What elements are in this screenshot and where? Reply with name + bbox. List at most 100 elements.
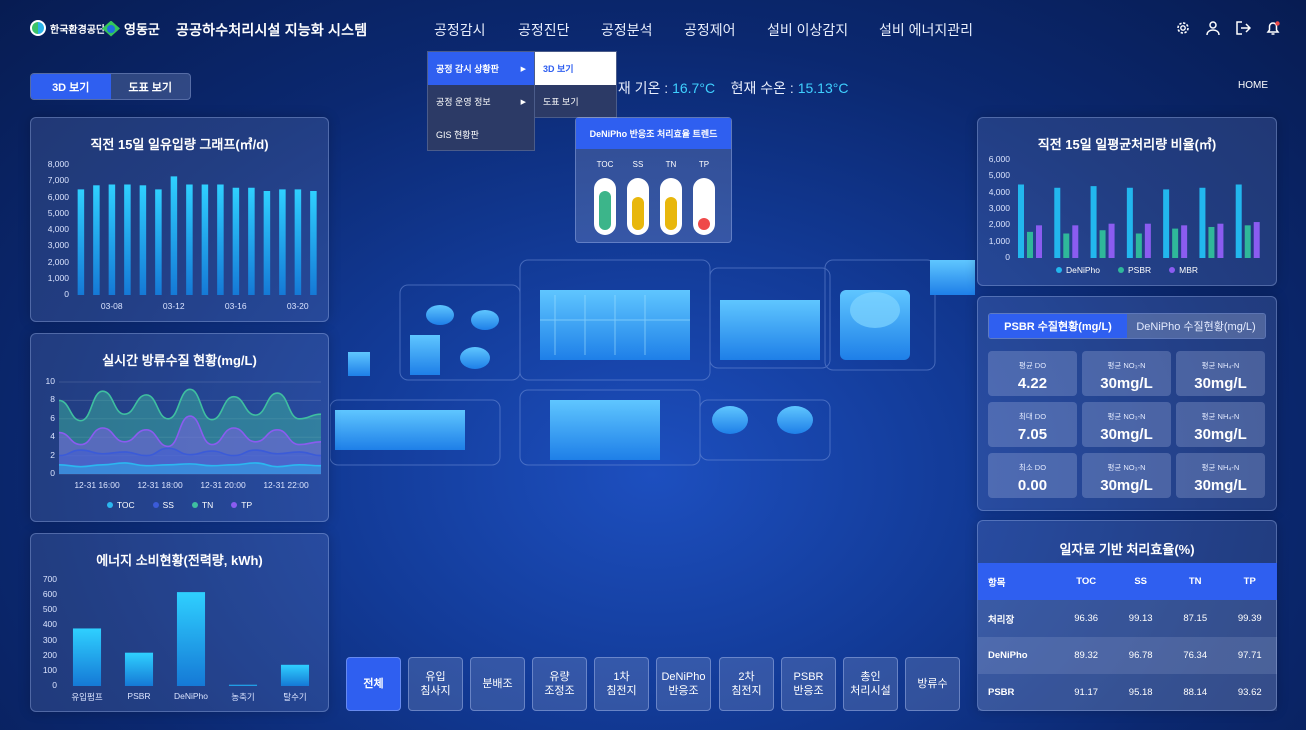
facility-button[interactable]: 2차 침전지	[719, 657, 774, 711]
home-link[interactable]: HOME	[1238, 80, 1268, 91]
bar-psbr	[1172, 228, 1179, 258]
quality-cell-label: 평균 NO₃-N	[1107, 412, 1146, 421]
facility-button[interactable]: 총인 처리시설	[843, 657, 898, 711]
menu-item-dashboard[interactable]: 공정 감시 상황판 ▶	[428, 52, 534, 85]
facility-button[interactable]: 방류수	[905, 657, 960, 711]
legend-item: SS	[152, 500, 174, 510]
bar	[124, 652, 154, 686]
cell-value: 99.39	[1237, 613, 1262, 624]
bar	[93, 185, 100, 295]
bar	[217, 184, 224, 295]
tube-label-tn: TN	[665, 160, 677, 169]
bar	[232, 187, 240, 295]
bar-mbr	[1253, 222, 1260, 258]
dashboard-submenu: 3D 보기 도표 보기	[534, 51, 617, 118]
x-tick-label: PSBR	[127, 691, 151, 701]
nav-process-monitoring[interactable]: 공정감시	[434, 20, 486, 40]
bar-denipho	[1018, 184, 1024, 258]
legend-label: TOC	[116, 500, 135, 510]
facility-button[interactable]: DeNiPho 반응조	[656, 657, 711, 711]
yeongdong-logo-icon	[102, 20, 120, 37]
cell-value: 93.62	[1237, 687, 1262, 698]
bar-psbr	[1135, 233, 1142, 258]
tube-fill	[698, 218, 710, 230]
legend-swatch	[1055, 267, 1062, 273]
submenu-chart-view[interactable]: 도표 보기	[535, 85, 616, 118]
view-3d-button[interactable]: 3D 보기	[31, 74, 111, 99]
cell-value: 89.32	[1074, 650, 1099, 661]
quality-cell-label: 평균 NH₄-N	[1201, 412, 1240, 421]
tube-label-ss: SS	[632, 160, 644, 169]
bar-mbr	[1181, 225, 1188, 258]
quality-cell-value: 30mg/L	[1100, 426, 1153, 443]
facility-button[interactable]: 유량 조정조	[532, 657, 587, 711]
facility-button[interactable]: 전체	[346, 657, 401, 711]
legend-swatch	[191, 502, 198, 508]
submenu-3d-view[interactable]: 3D 보기	[535, 52, 616, 85]
cell-value: 99.13	[1128, 613, 1153, 624]
plant-3d-scene	[330, 259, 975, 466]
view-toggle: 3D 보기 도표 보기	[30, 73, 191, 100]
menu-item-gis[interactable]: GIS 현황판	[428, 118, 534, 151]
bar	[310, 191, 317, 295]
quality-cell-value: 30mg/L	[1100, 477, 1153, 494]
facility-button[interactable]: 1차 침전지	[594, 657, 649, 711]
menu-item-dashboard-label: 공정 감시 상황판	[436, 64, 499, 74]
status-readout: 현재 기온 : 16.7°C 현재 수온 : 15.13°C	[605, 78, 848, 98]
nav-process-diagnosis[interactable]: 공정진단	[518, 20, 570, 40]
quality-cell: 최대 DO 7.05	[988, 402, 1077, 447]
bar-psbr	[1208, 226, 1215, 258]
x-tick-label: 12-31 16:00	[74, 480, 120, 490]
bar	[279, 189, 286, 295]
col-tn: TN	[1188, 576, 1202, 587]
user-icon[interactable]	[1204, 19, 1222, 37]
cell-value: 87.15	[1183, 613, 1208, 624]
chevron-right-icon: ▶	[520, 65, 526, 73]
quality-cell: 평균 NH₄-N 30mg/L	[1176, 351, 1265, 396]
chevron-right-icon: ▶	[520, 98, 526, 106]
bell-icon[interactable]	[1264, 19, 1282, 37]
bar	[248, 187, 255, 295]
facility-button[interactable]: PSBR 반응조	[781, 657, 836, 711]
legend-swatch	[152, 502, 159, 508]
tab-psbr-quality[interactable]: PSBR 수질현황(mg/L)	[989, 314, 1127, 338]
bar	[176, 592, 206, 686]
quality-cell-label: 평균 NH₄-N	[1201, 361, 1240, 370]
avg-treatment-panel: 직전 15일 일평균처리량 비율(㎥) 0 1,000 2,000 3,000 4,00…	[977, 117, 1277, 286]
nav-energy-management[interactable]: 설비 에너지관리	[879, 20, 973, 40]
avg-legend: DeNiPho PSBR MBR	[978, 265, 1276, 275]
avg-svg	[1018, 184, 1260, 258]
legend-swatch	[1169, 267, 1176, 273]
tube-label-tp: TP	[698, 160, 710, 169]
x-tick-label: 탈수기	[283, 692, 307, 702]
nav-anomaly-detection[interactable]: 설비 이상감지	[767, 20, 848, 40]
legend-item: DeNiPho	[1055, 265, 1100, 275]
x-tick-label: 농축기	[231, 692, 255, 702]
legend-swatch	[231, 502, 238, 508]
quality-tabs: PSBR 수질현황(mg/L) DeNiPho 수질현황(mg/L)	[988, 313, 1266, 339]
col-item: 항목	[988, 577, 1006, 589]
x-tick-label: 12-31 18:00	[137, 480, 183, 490]
view-chart-button[interactable]: 도표 보기	[111, 74, 191, 99]
nav-process-analysis[interactable]: 공정분석	[601, 20, 653, 40]
x-tick-label: 03-20	[286, 301, 309, 311]
x-tick-label: 03-16	[224, 301, 247, 311]
quality-cell: 평균 NO₃-N 30mg/L	[1082, 351, 1171, 396]
gear-icon[interactable]	[1174, 19, 1192, 37]
efficiency-table: 항목 TOC SS TN TP 처리장 96.36 99.13 87.15 99.39 …	[978, 563, 1277, 711]
discharge-legend: TOC SS TN TP	[31, 500, 328, 510]
x-tick-label: 유입펌프	[71, 692, 103, 702]
cell-value: 91.17	[1074, 687, 1099, 698]
nav-process-control[interactable]: 공정제어	[684, 20, 736, 40]
cell-value: 76.34	[1183, 650, 1208, 661]
facility-button[interactable]: 분배조	[470, 657, 525, 711]
tab-denipho-quality[interactable]: DeNiPho 수질현황(mg/L)	[1127, 314, 1265, 338]
denipho-trend-title: DeNiPho 반응조 처리효율 트렌드	[576, 118, 731, 149]
logout-icon[interactable]	[1234, 19, 1252, 37]
facility-button[interactable]: 유입 침사지	[408, 657, 463, 711]
menu-item-operation-info[interactable]: 공정 운영 정보 ▶	[428, 85, 534, 118]
bar-denipho	[1054, 187, 1061, 258]
bar	[139, 185, 147, 295]
table-row: PSBR 91.17 95.18 88.14 93.62	[978, 674, 1277, 711]
bar-denipho	[1199, 187, 1206, 258]
